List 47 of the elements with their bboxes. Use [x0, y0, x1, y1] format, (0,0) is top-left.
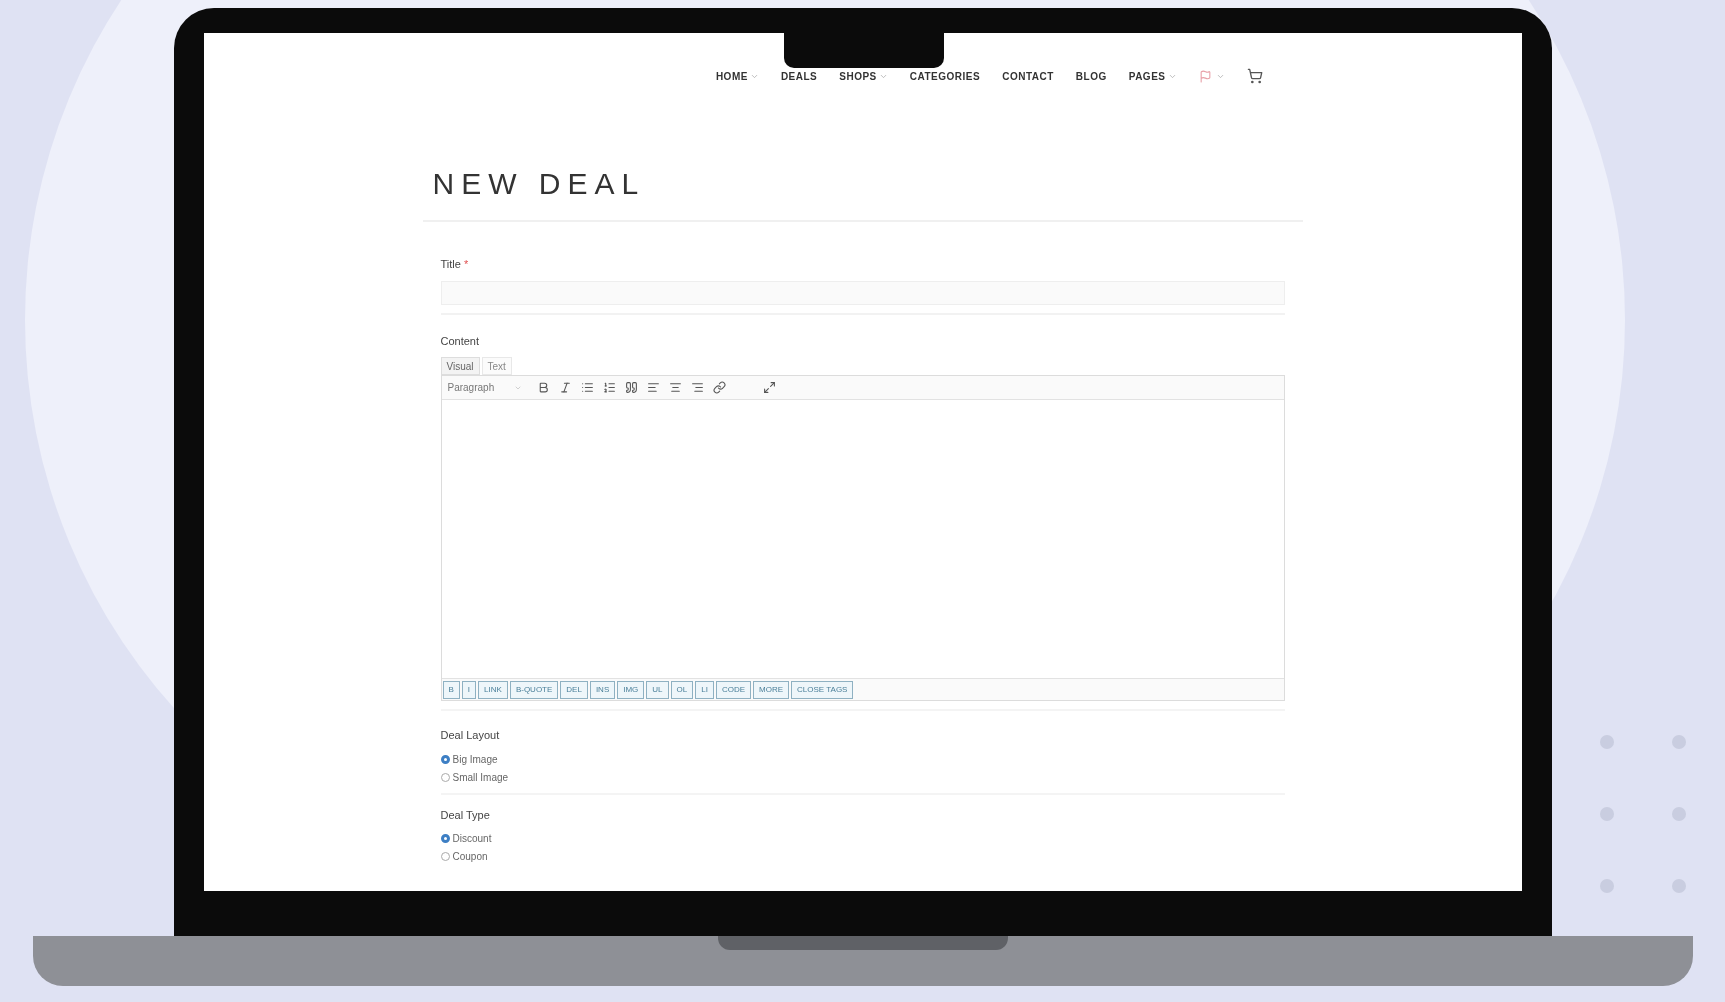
- align-left-icon[interactable]: [646, 381, 660, 394]
- nav-link[interactable]: CONTACT: [1002, 68, 1054, 84]
- quicktag-button[interactable]: LI: [695, 680, 714, 699]
- quicktag-button[interactable]: INS: [589, 680, 616, 699]
- nav-link[interactable]: PAGES: [1128, 68, 1177, 84]
- editor-tab[interactable]: Text: [481, 357, 512, 375]
- field-label: Title: [440, 257, 461, 272]
- cart-icon[interactable]: [1246, 68, 1263, 84]
- field-label: Deal Layout: [440, 728, 500, 743]
- align-right-icon[interactable]: [690, 381, 704, 394]
- required-mark: *: [463, 257, 469, 272]
- radio-option[interactable]: Discount: [440, 831, 492, 846]
- link-icon[interactable]: [712, 381, 726, 394]
- field-label: Deal Type: [440, 807, 490, 823]
- quicktag-button[interactable]: I: [461, 680, 477, 699]
- radio-button[interactable]: [440, 754, 450, 764]
- quicktag-button[interactable]: IMG: [617, 680, 645, 699]
- quicktag-button[interactable]: CLOSE TAGS: [791, 680, 854, 699]
- radio-option[interactable]: Small Image: [440, 769, 509, 785]
- quicktag-button[interactable]: CODE: [715, 680, 752, 699]
- radio-option[interactable]: Coupon: [440, 849, 488, 864]
- radio-button[interactable]: [440, 834, 450, 843]
- nav-link[interactable]: BLOG: [1075, 68, 1107, 84]
- field-label: Content: [440, 333, 480, 349]
- page-heading: NEW DEAL: [432, 166, 646, 202]
- fullscreen-icon[interactable]: [762, 381, 776, 394]
- quicktag-button[interactable]: MORE: [753, 680, 790, 699]
- quicktag-button[interactable]: B-QUOTE: [509, 680, 559, 699]
- format-dropdown[interactable]: Paragraph: [447, 380, 528, 395]
- numbered-list-icon[interactable]: [602, 381, 616, 394]
- bullet-list-icon[interactable]: [580, 381, 594, 394]
- nav-link[interactable]: SHOPS: [839, 68, 888, 84]
- quicktag-button[interactable]: LINK: [478, 680, 508, 699]
- quicktag-button[interactable]: UL: [646, 680, 669, 699]
- radio-button[interactable]: [440, 772, 450, 782]
- quicktag-button[interactable]: OL: [670, 680, 694, 699]
- italic-icon[interactable]: [558, 381, 572, 394]
- nav-link[interactable]: DEALS: [780, 68, 818, 84]
- nav-link[interactable]: CATEGORIES: [909, 68, 981, 84]
- radio-button[interactable]: [440, 852, 450, 861]
- quicktag-button[interactable]: B: [442, 680, 460, 699]
- nav-link[interactable]: HOME: [715, 68, 759, 84]
- align-center-icon[interactable]: [668, 381, 682, 394]
- editor-tab[interactable]: Visual: [440, 357, 480, 375]
- quote-icon[interactable]: [624, 381, 638, 394]
- radio-option[interactable]: Big Image: [440, 751, 498, 767]
- quicktag-button[interactable]: DEL: [560, 680, 588, 699]
